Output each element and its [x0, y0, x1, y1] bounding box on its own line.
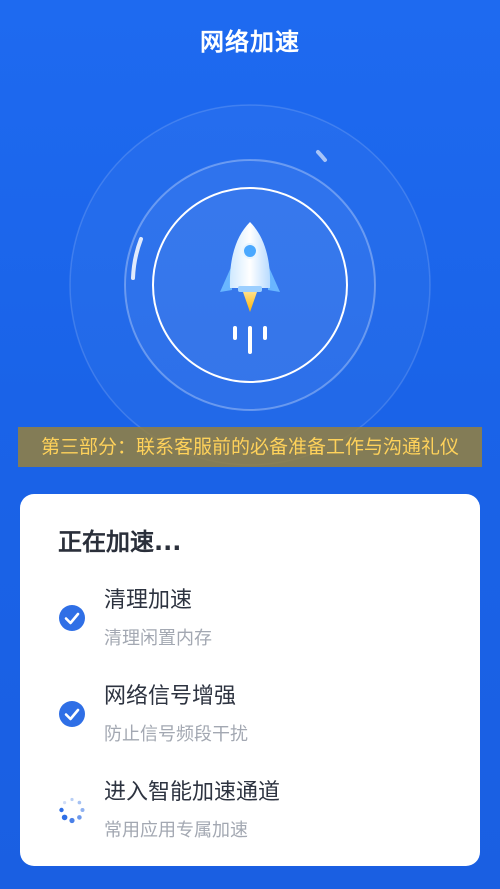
step-signal-boost: 网络信号增强 防止信号频段干扰: [20, 678, 480, 754]
progress-card: 正在加速... 清理加速 清理闲置内存 网络信号增强 防止信号频段干扰 进入智能…: [20, 494, 480, 866]
speed-up-page: 网络加速 第三部分：联系客服前的必备准备工作与沟通礼仪 正在加速... 清理加速…: [0, 0, 500, 889]
check-circle-icon: [59, 605, 85, 631]
step-name: 网络信号增强: [104, 684, 237, 709]
overlay-caption-banner: 第三部分：联系客服前的必备准备工作与沟通礼仪: [18, 427, 482, 467]
step-description: 常用应用专属加速: [104, 820, 248, 841]
progress-title: 正在加速...: [58, 528, 182, 556]
step-description: 清理闲置内存: [104, 628, 212, 649]
step-clean-memory: 清理加速 清理闲置内存: [20, 582, 480, 658]
step-description: 防止信号频段干扰: [104, 724, 248, 745]
step-name: 清理加速: [104, 588, 193, 613]
loading-spinner-icon: [59, 797, 85, 824]
page-title: 网络加速: [200, 28, 300, 56]
step-smart-channel: 进入智能加速通道 常用应用专属加速: [20, 774, 480, 850]
step-name: 进入智能加速通道: [104, 780, 281, 805]
check-circle-icon: [59, 701, 85, 727]
